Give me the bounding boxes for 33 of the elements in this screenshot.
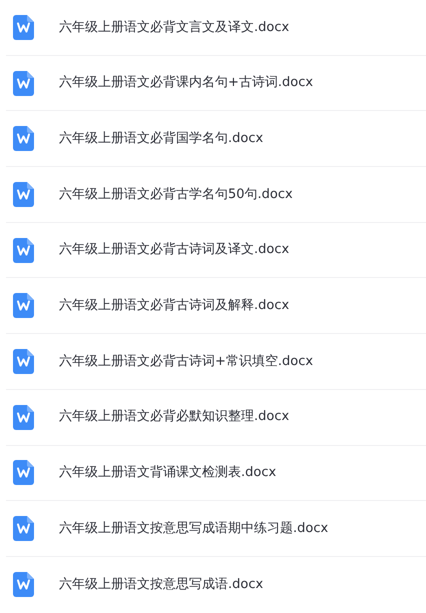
document-icon <box>13 460 34 486</box>
file-row[interactable]: 六年级上册语文必背国学名句.docx <box>6 111 426 168</box>
file-name: 六年级上册语文按意思写成语.docx <box>59 576 264 594</box>
file-name: 六年级上册语文必背古学名句50句.docx <box>59 186 293 204</box>
file-name: 六年级上册语文背诵课文检测表.docx <box>59 464 276 482</box>
document-icon <box>13 14 34 40</box>
file-row[interactable]: 六年级上册语文按意思写成语.docx <box>6 556 426 613</box>
file-row[interactable]: 六年级上册语文必背古学名句50句.docx <box>6 167 426 223</box>
document-icon <box>13 182 34 207</box>
document-icon <box>13 348 34 374</box>
file-name: 六年级上册语文按意思写成语期中练习题.docx <box>59 520 328 538</box>
file-name: 六年级上册语文必背古诗词+常识填空.docx <box>59 352 314 371</box>
file-name: 六年级上册语文必背文言文及译文.docx <box>59 18 290 37</box>
file-name: 六年级上册语文必背国学名句.docx <box>59 130 264 148</box>
file-row[interactable]: 六年级上册语文必背课内名句+古诗词.docx <box>6 56 426 112</box>
file-row[interactable]: 六年级上册语文必背古诗词及译文.docx <box>6 222 426 278</box>
file-row[interactable]: 六年级上册语文必背文言文及译文.docx <box>6 0 426 56</box>
document-icon <box>13 516 34 542</box>
file-name: 六年级上册语文必背课内名句+古诗词.docx <box>59 74 314 92</box>
file-row[interactable]: 六年级上册语文背诵课文检测表.docx <box>6 446 426 502</box>
document-icon <box>13 238 34 263</box>
file-row[interactable]: 六年级上册语文必背古诗词+常识填空.docx <box>6 334 426 390</box>
document-icon <box>13 572 34 598</box>
file-row[interactable]: 六年级上册语文必背必默知识整理.docx <box>6 390 426 446</box>
document-icon <box>13 404 34 430</box>
document-icon <box>13 293 34 318</box>
file-name: 六年级上册语文必背古诗词及译文.docx <box>59 241 290 260</box>
document-icon <box>13 126 34 152</box>
file-name: 六年级上册语文必背必默知识整理.docx <box>59 408 290 426</box>
document-icon <box>13 70 34 96</box>
file-name: 六年级上册语文必背古诗词及解释.docx <box>59 297 290 316</box>
file-row[interactable]: 六年级上册语文按意思写成语期中练习题.docx <box>6 501 426 557</box>
file-row[interactable]: 六年级上册语文必背古诗词及解释.docx <box>6 278 426 334</box>
